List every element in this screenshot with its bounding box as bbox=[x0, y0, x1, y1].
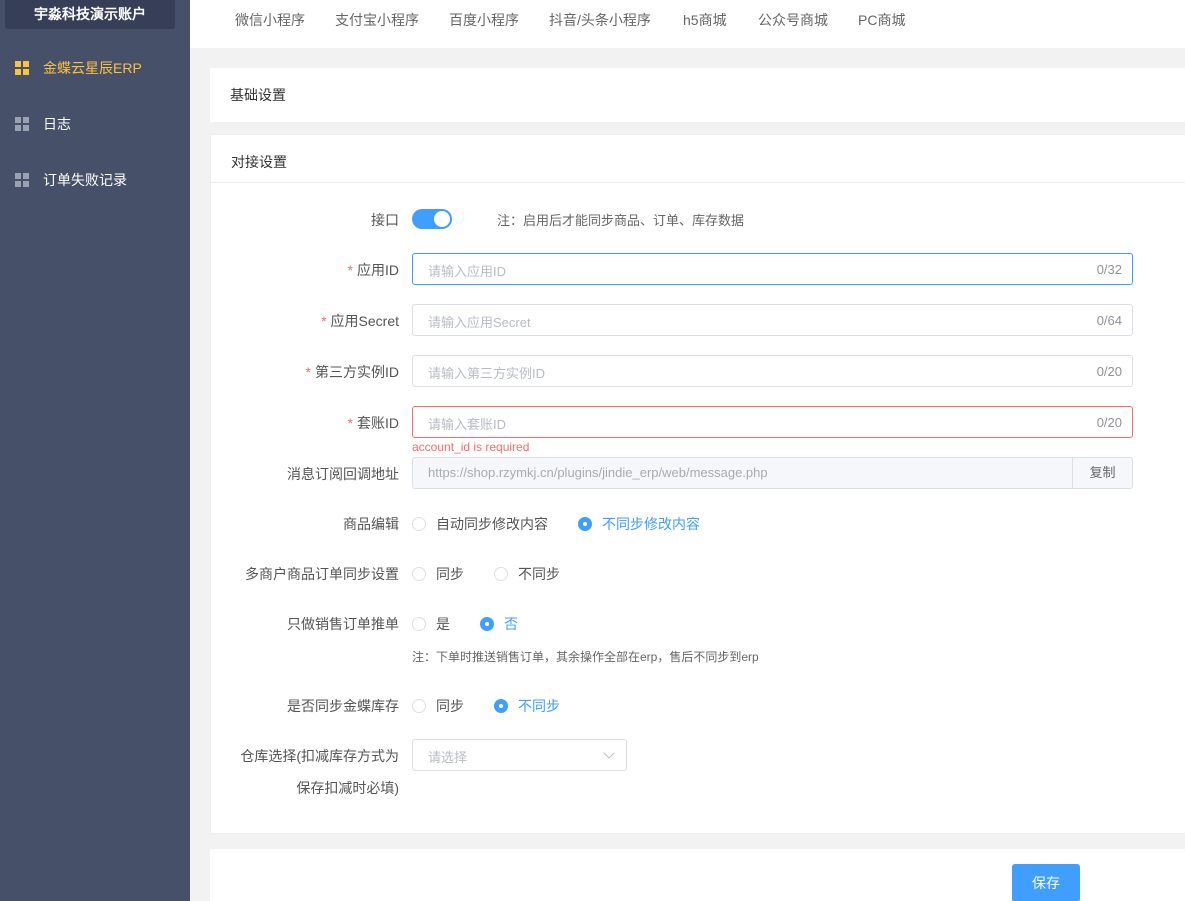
sidebar-item-order-failures[interactable]: 订单失败记录 bbox=[0, 160, 190, 200]
multi-merchant-no-sync-radio[interactable]: 不同步 bbox=[494, 564, 560, 584]
callback-label: 消息订阅回调地址 bbox=[287, 466, 399, 482]
tab-baidu-mini[interactable]: 百度小程序 bbox=[449, 10, 519, 30]
sidebar-item-kingdee-erp[interactable]: 金蝶云星辰ERP bbox=[0, 48, 190, 88]
multi-merchant-label: 多商户商品订单同步设置 bbox=[245, 566, 399, 582]
copy-button[interactable]: 复制 bbox=[1072, 458, 1132, 488]
warehouse-select[interactable]: 请选择 bbox=[412, 739, 627, 771]
radio-dot bbox=[480, 617, 494, 631]
radio-dot bbox=[412, 567, 426, 581]
instance-id-placeholder: 请输入第三方实例ID bbox=[428, 366, 546, 381]
app-id-placeholder: 请输入应用ID bbox=[428, 264, 507, 279]
sync-stock-label: 是否同步金蝶库存 bbox=[287, 698, 399, 714]
sync-stock-sync-radio[interactable]: 同步 bbox=[412, 696, 464, 716]
grid-icon bbox=[15, 61, 29, 75]
chevron-down-icon bbox=[603, 747, 615, 759]
app-id-label: * 应用ID bbox=[347, 262, 399, 278]
interface-label: 接口 bbox=[371, 212, 399, 228]
tab-wechat-mini[interactable]: 微信小程序 bbox=[235, 10, 305, 30]
sidebar-item-label: 金蝶云星辰ERP bbox=[43, 60, 142, 76]
account-name[interactable]: 宇淼科技演示账户 bbox=[5, 0, 175, 29]
tab-douyin-mini[interactable]: 抖音/头条小程序 bbox=[549, 10, 651, 30]
radio-dot bbox=[412, 617, 426, 631]
account-id-error: account_id is required bbox=[412, 440, 530, 454]
warehouse-placeholder: 请选择 bbox=[428, 750, 468, 765]
instance-id-input[interactable]: 请输入第三方实例ID 0/20 bbox=[412, 355, 1133, 387]
sync-stock-no-sync-radio[interactable]: 不同步 bbox=[494, 696, 560, 716]
app-secret-placeholder: 请输入应用Secret bbox=[428, 315, 531, 330]
app-id-count: 0/32 bbox=[1096, 262, 1122, 277]
sale-only-no-radio[interactable]: 否 bbox=[480, 614, 518, 634]
tab-official-account[interactable]: 公众号商城 bbox=[758, 10, 828, 30]
app-secret-count: 0/64 bbox=[1096, 313, 1122, 328]
goods-edit-label: 商品编辑 bbox=[343, 516, 399, 532]
instance-id-label: * 第三方实例ID bbox=[305, 364, 399, 380]
basic-settings-card: 基础设置 bbox=[210, 68, 1185, 122]
callback-url-value: https://shop.rzymkj.cn/plugins/jindie_er… bbox=[428, 465, 768, 480]
sale-only-yes-radio[interactable]: 是 bbox=[412, 614, 450, 634]
interface-note: 注：启用后才能同步商品、订单、库存数据 bbox=[497, 213, 745, 228]
sale-only-label: 只做销售订单推单 bbox=[287, 616, 399, 632]
radio-dot bbox=[494, 699, 508, 713]
account-id-input[interactable]: 请输入套账ID 0/20 bbox=[412, 406, 1133, 438]
instance-id-count: 0/20 bbox=[1096, 364, 1122, 379]
sidebar-item-label: 日志 bbox=[43, 116, 71, 132]
tab-pc[interactable]: PC商城 bbox=[858, 10, 905, 30]
tab-alipay-mini[interactable]: 支付宝小程序 bbox=[335, 10, 419, 30]
callback-url-field: https://shop.rzymkj.cn/plugins/jindie_er… bbox=[412, 457, 1133, 489]
save-button[interactable]: 保存 bbox=[1012, 864, 1080, 901]
interface-switch[interactable] bbox=[412, 209, 452, 229]
sale-only-note: 注：下单时推送销售订单，其余操作全部在erp，售后不同步到erp bbox=[412, 650, 759, 664]
footer-card: 保存 bbox=[210, 849, 1185, 901]
warehouse-label-line1: 仓库选择(扣减库存方式为 bbox=[240, 748, 399, 764]
sidebar-item-label: 订单失败记录 bbox=[43, 172, 127, 188]
basic-settings-title: 基础设置 bbox=[230, 87, 286, 103]
sidebar: 宇淼科技演示账户 金蝶云星辰ERP 日志 订单失败记录 bbox=[0, 0, 190, 901]
account-id-placeholder: 请输入套账ID bbox=[428, 417, 507, 432]
goods-edit-no-sync-radio[interactable]: 不同步修改内容 bbox=[578, 514, 700, 534]
goods-edit-auto-radio[interactable]: 自动同步修改内容 bbox=[412, 514, 548, 534]
switch-knob bbox=[434, 211, 450, 227]
sidebar-item-log[interactable]: 日志 bbox=[0, 104, 190, 144]
platform-tabs: 微信小程序 支付宝小程序 百度小程序 抖音/头条小程序 h5商城 公众号商城 P… bbox=[190, 0, 1185, 48]
dock-settings-title: 对接设置 bbox=[211, 135, 1185, 183]
tab-h5[interactable]: h5商城 bbox=[683, 10, 727, 30]
account-id-label: * 套账ID bbox=[347, 415, 399, 431]
multi-merchant-sync-radio[interactable]: 同步 bbox=[412, 564, 464, 584]
app-secret-input[interactable]: 请输入应用Secret 0/64 bbox=[412, 304, 1133, 336]
grid-icon bbox=[15, 173, 29, 187]
radio-dot bbox=[412, 699, 426, 713]
warehouse-label-line2: 保存扣减时必填) bbox=[296, 780, 399, 796]
grid-icon bbox=[15, 117, 29, 131]
radio-dot bbox=[578, 517, 592, 531]
app-secret-label: * 应用Secret bbox=[321, 313, 399, 329]
radio-dot bbox=[494, 567, 508, 581]
account-id-count: 0/20 bbox=[1096, 415, 1122, 430]
app-id-input[interactable]: 请输入应用ID 0/32 bbox=[412, 253, 1133, 285]
dock-settings-card: 对接设置 接口 注：启用后才能同步商品、订单、库存数据 * 应用ID 请输入应用I… bbox=[210, 134, 1185, 834]
radio-dot bbox=[412, 517, 426, 531]
